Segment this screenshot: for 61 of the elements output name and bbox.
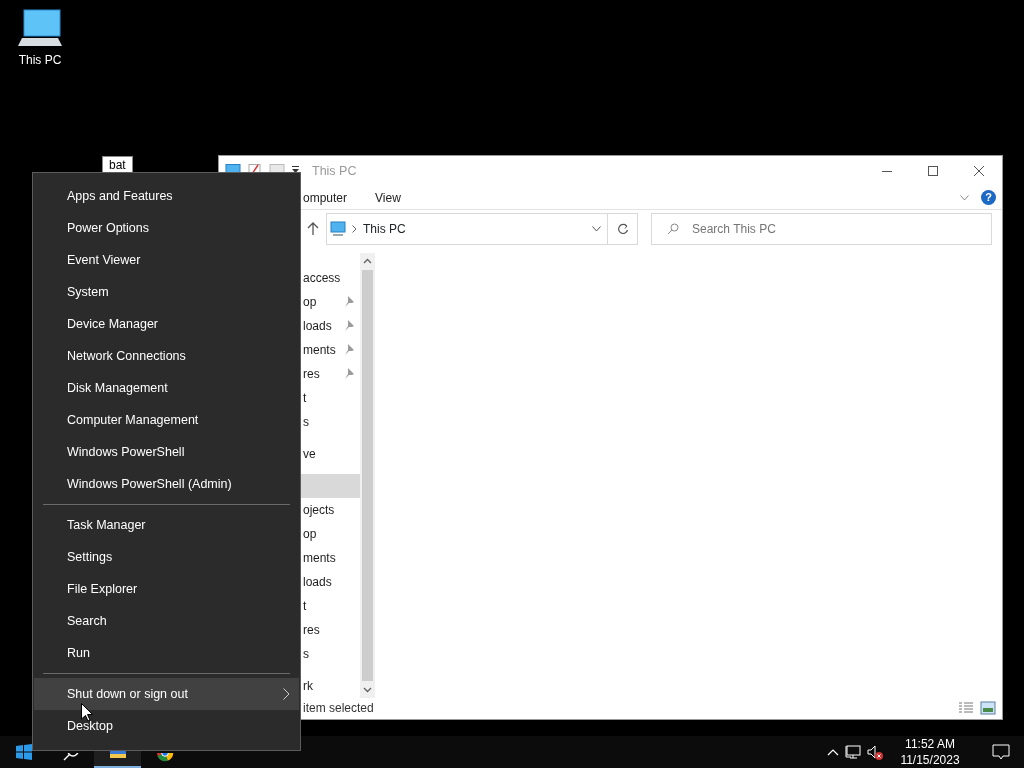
volume-icon[interactable]: [867, 744, 883, 760]
address-path: This PC: [363, 221, 406, 239]
menu-item[interactable]: Shut down or sign out: [34, 678, 299, 710]
network-icon[interactable]: [845, 745, 861, 759]
minimize-icon[interactable]: [882, 170, 892, 172]
nav-item-label: loads: [303, 573, 332, 591]
nav-item-label: res: [303, 621, 320, 639]
scrollbar[interactable]: [360, 252, 375, 698]
menu-item[interactable]: Event Viewer: [34, 244, 299, 276]
menu-item[interactable]: Windows PowerShell: [34, 436, 299, 468]
address-bar[interactable]: This PC: [326, 213, 608, 246]
nav-item-label: s: [303, 413, 309, 431]
properties-icon[interactable]: [247, 164, 263, 172]
nav-item-label: ve: [303, 445, 316, 463]
nav-item-label: s: [303, 645, 309, 663]
search-icon: [667, 223, 679, 236]
search-icon: [61, 753, 80, 762]
menu-item[interactable]: Run: [34, 637, 299, 669]
dropdown-icon[interactable]: [291, 166, 300, 174]
up-arrow-icon[interactable]: [307, 222, 319, 237]
menu-item[interactable]: Settings: [34, 541, 299, 573]
chevron-right-icon: [352, 225, 357, 234]
nav-item-label: access: [303, 269, 341, 287]
search-field[interactable]: Search This PC: [651, 213, 992, 246]
nav-item-label: op: [303, 525, 317, 543]
chevron-down-icon[interactable]: [960, 194, 969, 201]
menu-item[interactable]: Task Manager: [34, 509, 299, 541]
nav-item-label: op: [303, 293, 317, 311]
chevron-right-icon: [283, 688, 290, 700]
menu-item[interactable]: Desktop: [34, 710, 299, 742]
scrollbar-thumb[interactable]: [362, 269, 373, 681]
cursor-icon: [81, 703, 93, 722]
computer-icon[interactable]: [18, 8, 62, 48]
maximize-icon[interactable]: [928, 166, 938, 176]
nav-item-label: t: [303, 389, 307, 407]
clock-time[interactable]: 11:52 AM: [889, 736, 971, 752]
chevron-up-icon[interactable]: [827, 748, 839, 756]
notification-icon[interactable]: [991, 744, 1010, 760]
menu-item[interactable]: Search: [34, 605, 299, 637]
nav-item-label: ments: [303, 341, 336, 359]
close-icon[interactable]: [974, 166, 984, 176]
nav-item-label: ojects: [303, 501, 335, 519]
nav-item-label: t: [303, 597, 307, 615]
nav-item-label: res: [303, 365, 320, 383]
window-title: This PC: [312, 162, 357, 180]
menu-item[interactable]: Power Options: [34, 212, 299, 244]
ribbon-tab[interactable]: View: [361, 188, 415, 207]
menu-item[interactable]: Computer Management: [34, 404, 299, 436]
menu-item[interactable]: File Explorer: [34, 573, 299, 605]
nav-item-label: ments: [303, 549, 336, 567]
nav-item-label: loads: [303, 317, 332, 335]
menu-item[interactable]: Windows PowerShell (Admin): [34, 468, 299, 500]
desktop-icon-label[interactable]: This PC: [18, 51, 62, 69]
computer-icon: [330, 221, 346, 238]
refresh-button[interactable]: [608, 213, 638, 246]
large-icons-view-icon[interactable]: [980, 701, 996, 716]
nav-item-label: rk: [303, 677, 313, 695]
refresh-icon[interactable]: [616, 223, 629, 236]
clock-date[interactable]: 11/15/2023: [889, 752, 971, 768]
help-button[interactable]: ?: [981, 190, 996, 206]
status-text: item selected: [303, 700, 374, 718]
